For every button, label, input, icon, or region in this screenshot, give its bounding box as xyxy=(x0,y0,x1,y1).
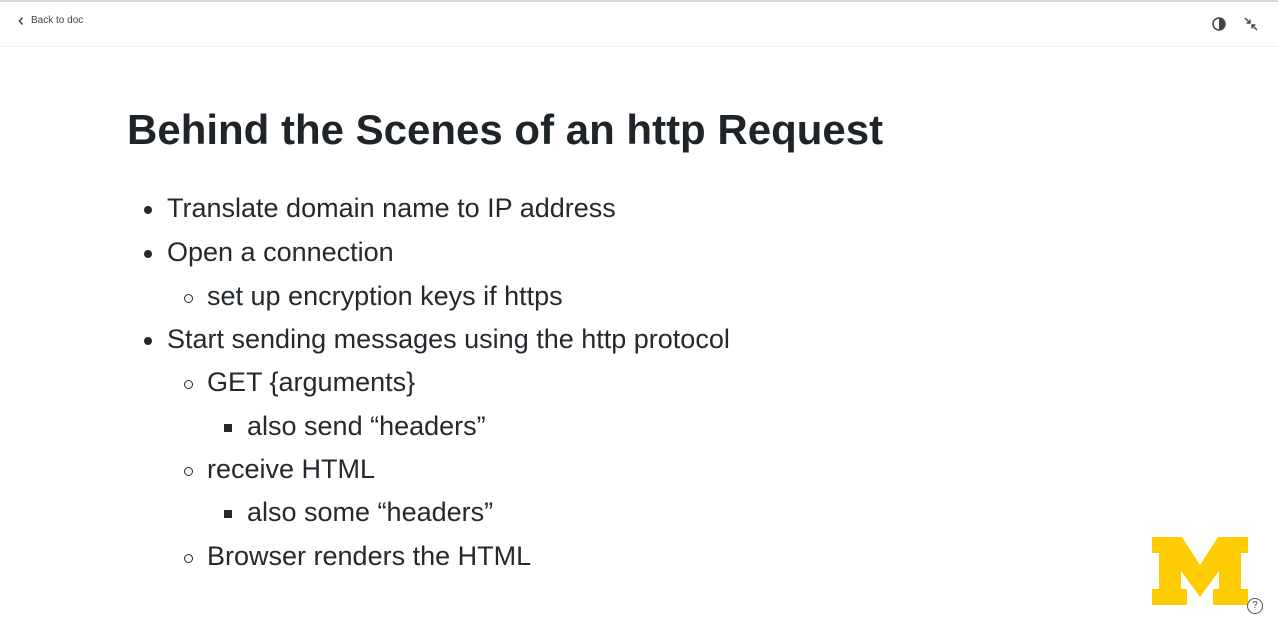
bullet-circle xyxy=(184,554,193,563)
bullet-item: Browser renders the HTML xyxy=(184,541,532,572)
bullet-item: set up encryption keys if https xyxy=(184,281,563,312)
bullet-text: Translate domain name to IP address xyxy=(167,193,616,223)
bullet-text: also send “headers” xyxy=(247,411,486,441)
bullet-item: also send “headers” xyxy=(224,411,486,442)
bullet-circle xyxy=(184,467,193,476)
bullet-disc xyxy=(144,206,152,214)
help-button[interactable]: ? xyxy=(1247,598,1263,614)
bullet-item: Translate domain name to IP address xyxy=(144,193,616,224)
bullet-circle xyxy=(184,380,193,389)
bullet-item: Open a connection xyxy=(144,237,394,268)
bullet-circle xyxy=(184,294,193,303)
bullet-text: GET {arguments} xyxy=(207,367,416,397)
bullet-item: Start sending messages using the http pr… xyxy=(144,324,730,355)
bullet-disc xyxy=(144,337,152,345)
bullet-text: Browser renders the HTML xyxy=(207,541,532,571)
bullet-list: Translate domain name to IP address Open… xyxy=(0,2,1278,631)
bullet-text: receive HTML xyxy=(207,454,376,484)
bullet-item: receive HTML xyxy=(184,454,376,485)
bullet-square xyxy=(224,510,232,518)
bullet-text: Open a connection xyxy=(167,237,394,267)
slide-viewer: Back to doc Behind the Scenes of an http… xyxy=(0,0,1278,631)
bullet-item: also some “headers” xyxy=(224,497,494,528)
bullet-text: also some “headers” xyxy=(247,497,494,527)
bullet-disc xyxy=(144,250,152,258)
bullet-text: set up encryption keys if https xyxy=(207,281,563,311)
bullet-text: Start sending messages using the http pr… xyxy=(167,324,730,354)
bullet-square xyxy=(224,424,232,432)
bullet-item: GET {arguments} xyxy=(184,367,416,398)
michigan-block-m-logo xyxy=(1151,536,1249,606)
